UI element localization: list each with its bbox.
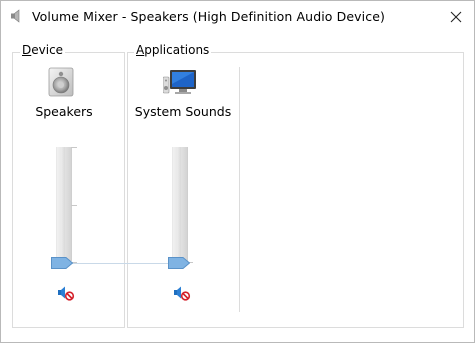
peak-meter-line [69,263,177,264]
device-group-bottom-border [12,327,125,328]
app-name-label: System Sounds [134,104,232,119]
device-name-label: Speakers [35,104,93,119]
slider-tick [71,205,77,206]
device-mute-button[interactable] [57,285,75,301]
title-bar[interactable]: Volume Mixer - Speakers (High Definition… [1,1,474,33]
muted-speaker-icon [58,286,75,301]
device-group-left-border [12,52,13,328]
volume-mixer-window: Volume Mixer - Speakers (High Definition… [0,0,475,343]
speaker-icon [10,9,24,23]
device-group-right-border [124,52,125,328]
applications-group-bottom-border [127,327,464,328]
device-volume-slider[interactable] [56,147,72,261]
applications-group-label: Applications [134,43,212,57]
speakers-device-icon[interactable] [46,67,76,97]
app-volume-slider[interactable] [172,147,188,261]
slider-tick [71,147,77,148]
application-column-separator [239,67,240,312]
applications-group-left-border [127,52,128,328]
applications-group-right-border [463,52,464,328]
app-mute-button[interactable] [173,285,191,301]
window-title: Volume Mixer - Speakers (High Definition… [32,9,385,24]
close-button[interactable] [446,7,466,27]
device-group-label: Device [20,43,66,57]
device-volume-thumb[interactable] [51,257,73,269]
app-volume-thumb[interactable] [168,257,190,269]
close-icon [450,11,462,23]
muted-speaker-icon [174,286,191,301]
system-sounds-icon[interactable] [162,69,199,97]
